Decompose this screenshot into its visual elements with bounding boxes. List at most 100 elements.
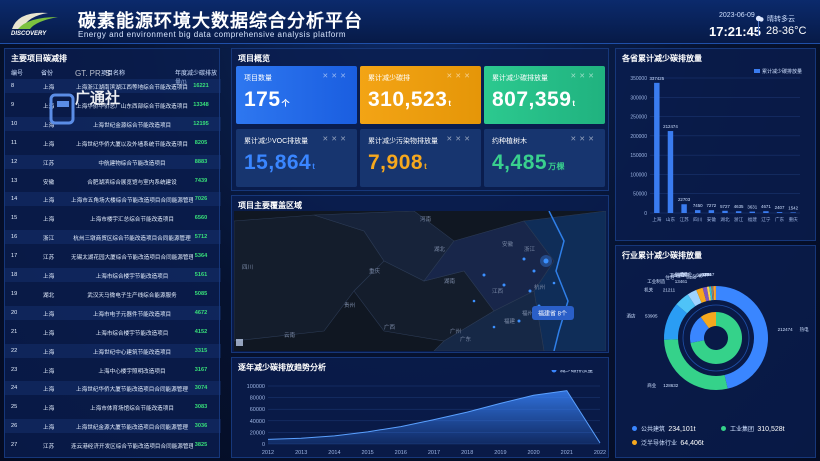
province-bar[interactable]	[708, 210, 715, 213]
x-tick-label: 重庆	[789, 216, 799, 223]
row-project-name: 武汉天马微电子生产线综合能源服务	[87, 292, 177, 299]
row-value: 3036	[194, 423, 208, 430]
slice-category-label: 酒店	[626, 313, 635, 320]
overview-panel: 项目概览 项目数量 ✕✕✕ 175个 累计减少碳排 ✕✕✕ 310,523t 累…	[231, 48, 609, 191]
table-row[interactable]: 13 安徽 合肥湖滨综合展览馆与室内系统建设 7439	[5, 174, 221, 188]
watermark-text: 广通社	[75, 90, 121, 107]
x-tick-label: 2022	[594, 450, 606, 456]
brand-name: DISCOVERY	[11, 31, 47, 37]
province-bar[interactable]	[790, 212, 796, 213]
bar-data-label: 337425	[649, 76, 664, 81]
y-tick-label: 150000	[630, 153, 647, 159]
province-bar-panel: 各省累计减少碳排放量 0 50000 100000 150000 200000 25000…	[615, 48, 816, 241]
table-row[interactable]: 20 上海 上海市电子元器件节能改造项目 4672	[5, 305, 221, 320]
y-tick-label: 0	[644, 211, 647, 217]
card-carbon-reduction[interactable]: 累计减少碳排 ✕✕✕ 310,523t	[360, 66, 481, 124]
province-bar[interactable]	[654, 82, 660, 213]
row-number: 9	[11, 101, 15, 108]
table-row[interactable]: 12 江苏 中航建物综合节能改造项目 8883	[5, 154, 221, 169]
table-row[interactable]: 21 上海 上海市综合楼宇节能改造项目 4152	[5, 325, 221, 339]
row-project-name: 上海世纪华侨大厦以及外墙系统节能改造项目	[76, 141, 188, 148]
weather-text: 晴转多云	[767, 16, 795, 23]
province-bar-chart[interactable]: 0 50000 100000 150000 200000 250000 300000 3500…	[616, 63, 815, 239]
legend-item[interactable]: 工业集团 310,528t	[721, 424, 785, 433]
table-row[interactable]: 22 上海 上海世纪中心建筑节能改造项目 3315	[5, 343, 221, 358]
slice-category-label: 热电	[800, 326, 809, 333]
card-trees[interactable]: 约种植树木 ✕✕✕ 4,485万棵	[484, 129, 605, 187]
x-tick-label: 2014	[328, 450, 340, 456]
table-row[interactable]: 11 上海 上海世纪华侨大厦以及外墙系统节能改造项目 8205	[5, 136, 221, 150]
donut-slice[interactable]	[716, 286, 768, 389]
table-row[interactable]: 15 上海 上海市楼宇汇总综合节能改造项目 6560	[5, 211, 221, 225]
table-row[interactable]: 17 江苏 无锡太湖花园大厦综合节能改造项目合同能源管理 5364	[5, 249, 221, 263]
y-tick-label: 60000	[250, 407, 265, 413]
row-project-name: 上海市五角场大楼综合节能改造项目合同能源管理	[71, 198, 193, 205]
row-province: 上海	[43, 387, 55, 394]
card-project-count[interactable]: 项目数量 ✕✕✕ 175个	[236, 66, 357, 124]
card-voc[interactable]: 累计减少VOC排放量 ✕✕✕ 15,864t	[236, 129, 357, 187]
industry-donut-chart[interactable]: 212474 热电128632商业53905酒店21211机关13461工业制造9…	[616, 260, 815, 418]
province-bar[interactable]	[695, 210, 701, 213]
map-label: 四川	[242, 264, 253, 271]
table-row[interactable]: 16 浙江 杭州三墩商贸区综合节能改造项目合同能源管理 5712	[5, 230, 221, 245]
y-tick-label: 200000	[630, 134, 647, 140]
province-bar[interactable]	[776, 212, 783, 213]
province-bar[interactable]	[749, 211, 755, 213]
card-unit: 个	[281, 99, 291, 108]
card-value: 15,864t	[244, 151, 315, 175]
province-bar[interactable]	[735, 211, 742, 213]
card-carbon-emission[interactable]: 累计减少碳排放量 ✕✕✕ 807,359t	[484, 66, 605, 124]
y-tick-label: 20000	[250, 430, 265, 436]
y-tick-label: 40000	[250, 419, 265, 425]
table-row[interactable]: 26 上海 上海世纪金源大厦节能改造项目合同能源管理 3036	[5, 419, 221, 434]
table-row[interactable]: 25 上海 上海市体育场馆综合节能改造项目 3083	[5, 400, 221, 414]
decor-dots-icon: ✕✕✕	[446, 136, 473, 143]
bar-data-label: 3631	[747, 205, 757, 210]
x-tick-label: 2012	[262, 450, 274, 456]
x-tick-label: 2019	[494, 450, 506, 456]
row-province: 江苏	[43, 160, 55, 167]
china-region-map[interactable]: 河南 安徽 杭州 重庆 湖北 湖南 江西 贵州 四川 云南 广西 广东 福建 福…	[234, 211, 606, 351]
y-tick-label: 100000	[630, 172, 647, 178]
card-unit: t	[448, 99, 452, 108]
province-bar[interactable]	[722, 210, 728, 213]
row-number: 26	[11, 423, 18, 430]
row-value: 3825	[194, 442, 208, 449]
trend-area-chart[interactable]: 0 20000 40000 60000 80000 100000 2012 2013 2014 2…	[232, 370, 608, 458]
table-row[interactable]: 24 上海 上海世纪华侨大厦节能改造项目合同能源管理 3074	[5, 381, 221, 396]
slice-value-label: 212474	[778, 327, 794, 332]
slice-value-label: 3667	[704, 272, 715, 277]
province-bar[interactable]	[667, 131, 674, 213]
bar-data-label: 212474	[663, 124, 678, 129]
province-bar[interactable]	[681, 204, 687, 213]
legend-item[interactable]: 公共建筑 234,101t	[632, 424, 696, 433]
row-number: 24	[11, 385, 18, 392]
slice-category-label: 机关	[644, 286, 653, 293]
card-value: 310,523t	[368, 88, 452, 112]
map-control-icon[interactable]	[236, 339, 243, 346]
row-number: 18	[11, 272, 18, 278]
row-province: 湖北	[43, 292, 55, 299]
province-bar[interactable]	[763, 211, 769, 213]
table-row[interactable]: 27 江苏 连云港经济开发区综合节能改造项目合同能源管理 3825	[5, 438, 221, 452]
legend-item[interactable]: 泛半导体行业 64,406t	[632, 438, 704, 447]
table-row[interactable]: 19 湖北 武汉天马微电子生产线综合能源服务 5085	[5, 287, 221, 301]
y-tick-label: 0	[262, 442, 265, 448]
project-table-title: 主要项目碳减排	[11, 54, 67, 63]
row-province: 浙江	[43, 236, 55, 243]
header-bar: DISCOVERY 碳素能源环境大数据综合分析平台 Energy and env…	[0, 0, 820, 44]
table-row[interactable]: 18 上海 上海市综合楼宇节能改造项目 5161	[5, 268, 221, 283]
row-province: 上海	[43, 141, 55, 148]
page-subtitle: Energy and environment big data comprehe…	[78, 30, 347, 39]
bar-data-label: 5727	[720, 204, 730, 209]
company-logo-icon: DISCOVERY	[11, 12, 58, 37]
map-label: 福州	[522, 309, 533, 317]
table-row[interactable]: 23 上海 上海中心楼宇照明改造项目 3167	[5, 363, 221, 377]
x-tick-label: 江苏	[679, 216, 689, 223]
row-project-name: 上海市综合楼宇节能改造项目	[95, 330, 169, 337]
row-province: 上海	[43, 274, 55, 280]
card-pollutant[interactable]: 累计减少污染物排放量 ✕✕✕ 7,908t	[360, 129, 481, 187]
row-project-name: 连云港经济开发区综合节能改造项目合同能源管理	[71, 444, 193, 451]
table-row[interactable]: 14 上海 上海市五角场大楼综合节能改造项目合同能源管理 7026	[5, 192, 221, 207]
card-label: 项目数量	[244, 75, 272, 82]
